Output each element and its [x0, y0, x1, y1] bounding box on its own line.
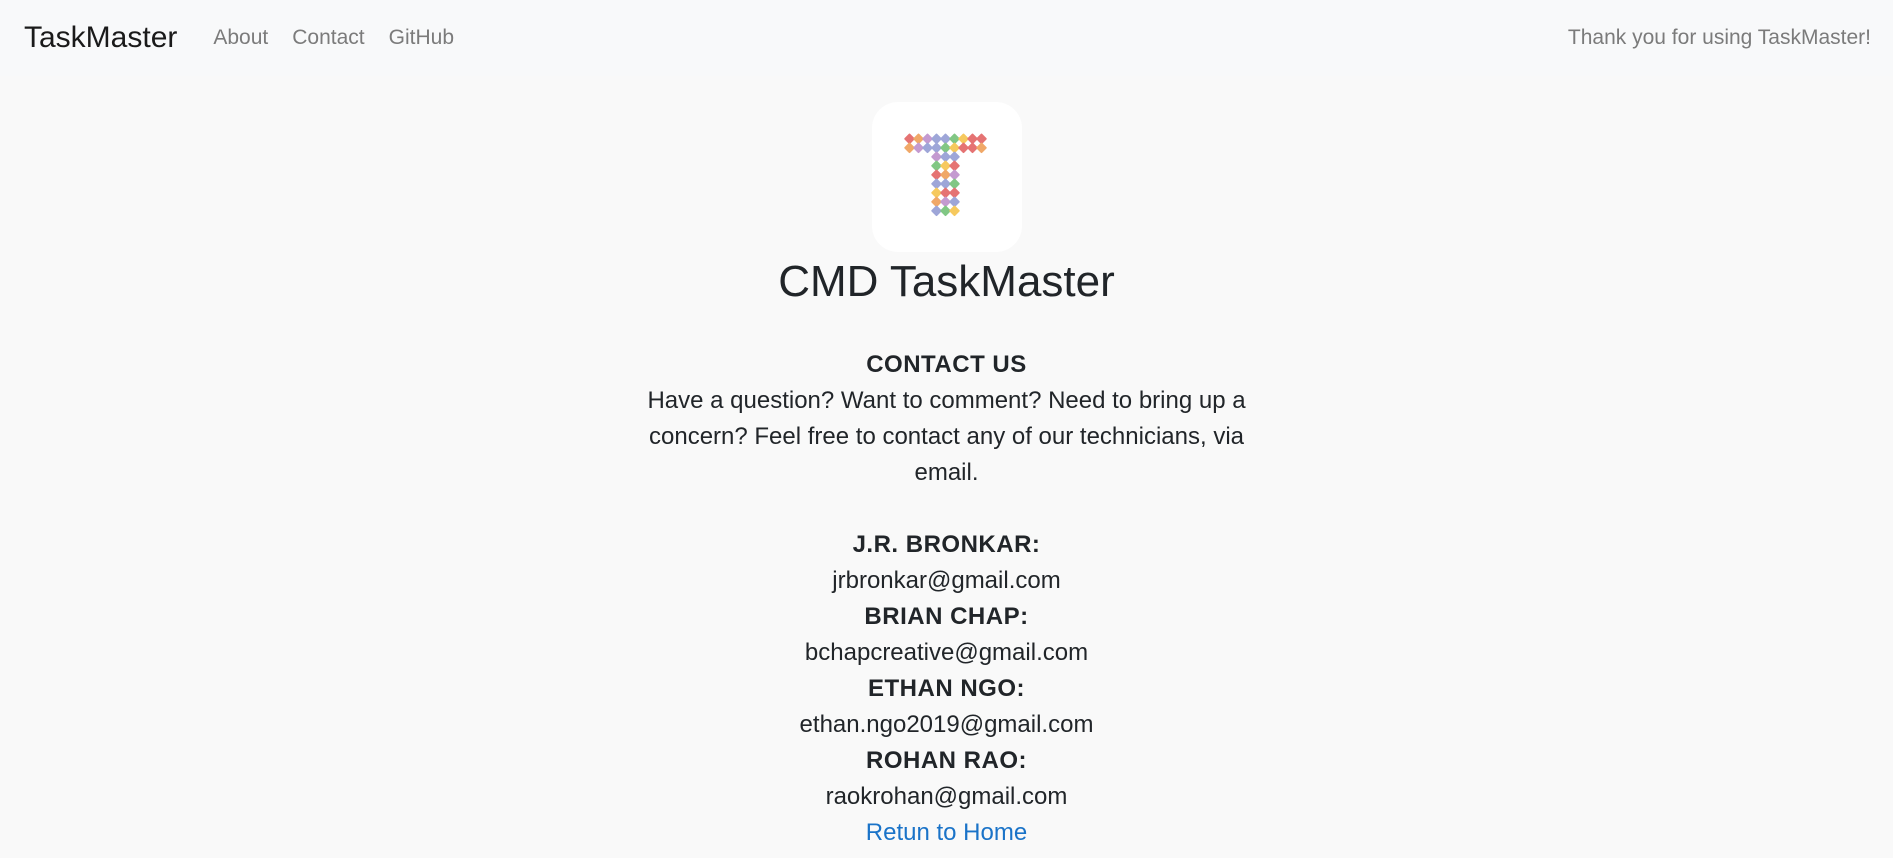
navbar-thank-you-text: Thank you for using TaskMaster! — [1567, 26, 1871, 49]
contact-email-ngo: ethan.ngo2019@gmail.com — [799, 711, 1094, 738]
contact-name-chap: BRIAN CHAP: — [864, 603, 1029, 630]
contact-name-bronkar: J.R. BRONKAR: — [852, 531, 1041, 558]
contact-email-rao: raokrohan@gmail.com — [825, 783, 1068, 810]
contact-heading: CONTACT US — [866, 351, 1027, 378]
contact-email-bronkar: jrbronkar@gmail.com — [832, 567, 1061, 594]
contact-email-chap: bchapcreative@gmail.com — [804, 639, 1089, 666]
contact-intro-text: Have a question? Want to comment? Need t… — [647, 387, 1246, 486]
brand-link[interactable]: TaskMaster — [24, 21, 177, 55]
main-content: CMD TaskMaster CONTACT US Have a questio… — [0, 76, 1893, 851]
nav-link-about[interactable]: About — [213, 26, 268, 50]
nav-links: About Contact GitHub — [197, 26, 462, 50]
contact-name-rao: ROHAN RAO: — [866, 747, 1027, 774]
nav-link-contact[interactable]: Contact — [292, 26, 364, 50]
contact-name-ngo: ETHAN NGO: — [868, 675, 1025, 702]
contact-section: CONTACT US Have a question? Want to comm… — [647, 311, 1247, 851]
app-logo — [871, 102, 1022, 252]
navbar: TaskMaster About Contact GitHub Thank yo… — [0, 0, 1893, 76]
nav-link-github[interactable]: GitHub — [389, 26, 454, 50]
return-home-link[interactable]: Retun to Home — [866, 819, 1027, 846]
logo-t-icon — [903, 133, 987, 217]
page-title: CMD TaskMaster — [778, 257, 1115, 306]
